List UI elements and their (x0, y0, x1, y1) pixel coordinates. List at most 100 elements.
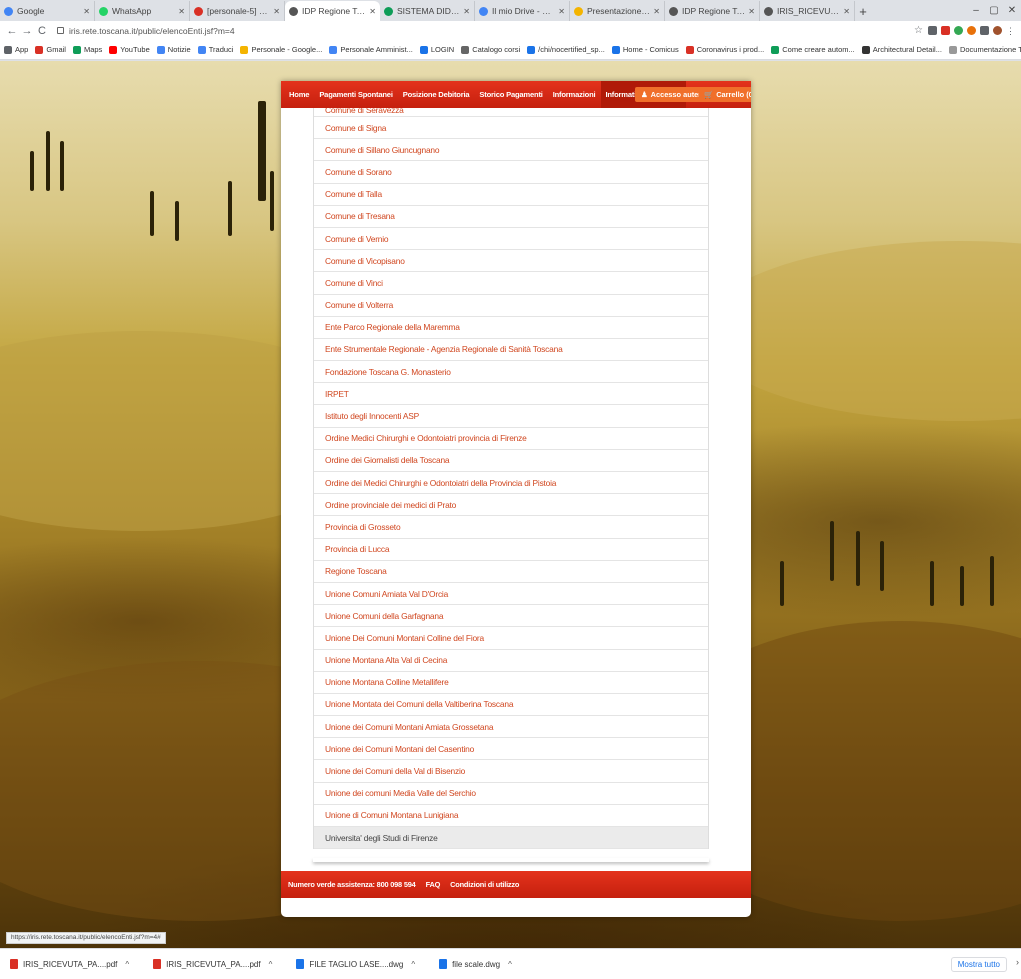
ente-list-item[interactable]: Regione Toscana (314, 561, 708, 583)
bookmark-item[interactable]: Home - Comicus (611, 45, 679, 54)
reload-icon[interactable]: C (36, 25, 48, 37)
ente-list-item[interactable]: Unione Montana Alta Val di Cecina (314, 650, 708, 672)
ente-list-item[interactable]: Fondazione Toscana G. Monasterio (314, 361, 708, 384)
ente-list-item[interactable]: Unione dei comuni Media Valle del Serchi… (314, 783, 708, 805)
close-tab-icon[interactable]: ✕ (558, 7, 565, 16)
browser-tab[interactable]: Presentazione senza titolo - Pres✕ (570, 1, 665, 21)
ente-list-item[interactable]: Comune di Talla (314, 184, 708, 206)
minimize-button[interactable]: – (967, 0, 985, 20)
ente-list-item[interactable]: Comune di Signa (314, 117, 708, 140)
close-tab-icon[interactable]: ✕ (653, 7, 660, 16)
ente-list-item[interactable]: Ente Strumentale Regionale - Agenzia Reg… (314, 339, 708, 362)
new-tab-button[interactable]: + (855, 1, 871, 21)
ente-list-item[interactable]: Provincia di Grosseto (314, 516, 708, 539)
close-window-button[interactable]: ✕ (1003, 0, 1021, 20)
ente-list-item[interactable]: Unione di Comuni Montana Lunigiana (314, 805, 708, 827)
ente-list-item[interactable]: Universita' degli Studi di Firenze (314, 827, 708, 850)
bookmark-item[interactable]: Documentazione Te... (948, 45, 1021, 54)
browser-tab[interactable]: [personale-5] arofi informa | Even✕ (190, 1, 285, 21)
ente-list-item[interactable]: Comune di Vernio (314, 228, 708, 251)
ente-list-item[interactable]: Comune di Sillano Giuncugnano (314, 139, 708, 162)
chevron-up-icon[interactable]: ^ (269, 960, 273, 969)
close-tab-icon[interactable]: ✕ (843, 7, 850, 16)
ente-list-item[interactable]: Ordine dei Medici Chirurghi e Odontoiatr… (314, 472, 708, 495)
ente-list-item[interactable]: IRPET (314, 383, 708, 406)
url-field[interactable]: iris.rete.toscana.it/public/elencoEnti.j… (57, 26, 914, 36)
ente-list-item[interactable]: Unione Dei Comuni Montani Colline del Fi… (314, 627, 708, 650)
ente-list-item[interactable]: Unione dei Comuni della Val di Bisenzio (314, 760, 708, 783)
nav-posizione-debitoria[interactable]: Posizione Debitoria (403, 81, 470, 108)
browser-tab[interactable]: SISTEMA DIDA LABS - Google Dr✕ (380, 1, 475, 21)
puzzle-icon[interactable] (980, 26, 989, 35)
show-all-downloads-button[interactable]: Mostra tutto (950, 957, 1007, 972)
close-tab-icon[interactable]: ✕ (463, 7, 470, 16)
bookmark-item[interactable]: Gmail (35, 45, 66, 54)
bookmark-item[interactable]: Catalogo corsi (461, 45, 520, 54)
close-tab-icon[interactable]: ✕ (748, 7, 755, 16)
ente-list-item[interactable]: Comune di Vicopisano (314, 250, 708, 273)
cart-button[interactable]: 🛒 Carrello (0) (699, 87, 751, 102)
bookmark-item[interactable]: LOGIN (419, 45, 454, 54)
bookmark-item[interactable]: Personale Amminist... (329, 45, 413, 54)
download-item[interactable]: IRIS_RICEVUTA_PA....pdf ^ (153, 959, 272, 969)
bookmark-item[interactable]: Personale - Google... (240, 45, 322, 54)
ente-list-item[interactable]: Comune di Seravezza (314, 108, 708, 117)
download-item[interactable]: FILE TAGLIO LASE....dwg ^ (296, 959, 415, 969)
nav-informazioni[interactable]: Informazioni (553, 81, 596, 108)
bookmark-item[interactable]: Come creare autom... (771, 45, 855, 54)
footer-faq-link[interactable]: FAQ (426, 880, 441, 889)
close-tab-icon[interactable]: ✕ (178, 7, 185, 16)
ente-list-item[interactable]: Comune di Vinci (314, 272, 708, 295)
ente-list-item[interactable]: Comune di Sorano (314, 161, 708, 184)
ente-list-item[interactable]: Unione Comuni Amiata Val D'Orcia (314, 583, 708, 606)
close-shelf-icon[interactable]: › (1016, 957, 1019, 967)
maximize-button[interactable]: ▢ (985, 0, 1003, 20)
close-tab-icon[interactable]: ✕ (273, 7, 280, 16)
ente-list-item[interactable]: Ordine Medici Chirurghi e Odontoiatri pr… (314, 428, 708, 450)
bookmark-item[interactable]: Maps (72, 45, 102, 54)
ente-list-item[interactable]: Provincia di Lucca (314, 539, 708, 561)
ente-list-item[interactable]: Comune di Tresana (314, 206, 708, 228)
chevron-up-icon[interactable]: ^ (508, 960, 512, 969)
extension-icon[interactable] (954, 26, 963, 35)
extension-icon[interactable] (941, 26, 950, 35)
ente-list-item[interactable]: Unione Montana Colline Metallifere (314, 672, 708, 694)
ente-list-item[interactable]: Unione dei Comuni Montani Amiata Grosset… (314, 716, 708, 739)
bookmark-item[interactable]: Architectural Detail... (861, 45, 942, 54)
download-item[interactable]: file scale.dwg ^ (439, 959, 512, 969)
ente-list-item[interactable]: Unione dei Comuni Montani del Casentino (314, 738, 708, 761)
chevron-up-icon[interactable]: ^ (411, 960, 415, 969)
back-arrow-icon[interactable]: ← (6, 25, 18, 37)
ente-list-item[interactable]: Ordine provinciale dei medici di Prato (314, 494, 708, 517)
ente-list-item[interactable]: Unione Comuni della Garfagnana (314, 605, 708, 628)
browser-tab[interactable]: WhatsApp ✕ (95, 1, 190, 21)
download-item[interactable]: IRIS_RICEVUTA_PA....pdf ^ (10, 959, 129, 969)
ente-list-item[interactable]: Comune di Volterra (314, 295, 708, 317)
extension-icon[interactable] (967, 26, 976, 35)
nav-home[interactable]: Home (289, 81, 310, 108)
ente-list-item[interactable]: Unione Montata dei Comuni della Valtiber… (314, 694, 708, 717)
footer-terms-link[interactable]: Condizioni di utilizzo (450, 880, 519, 889)
avatar[interactable] (993, 26, 1002, 35)
bookmark-item[interactable]: Traduci (197, 45, 233, 54)
close-tab-icon[interactable]: ✕ (83, 7, 90, 16)
browser-tab[interactable]: IDP Regione Toscana✕ (665, 1, 760, 21)
nav-storico-pagamenti[interactable]: Storico Pagamenti (479, 81, 542, 108)
ente-list-item[interactable]: Istituto degli Innocenti ASP (314, 405, 708, 428)
forward-arrow-icon[interactable]: → (21, 25, 33, 37)
bookmark-star-icon[interactable]: ☆ (914, 25, 923, 36)
bookmark-item[interactable]: App (4, 45, 28, 54)
chevron-up-icon[interactable]: ^ (125, 960, 129, 969)
bookmark-item[interactable]: YouTube (109, 45, 150, 54)
nav-pagamenti-spontanei[interactable]: Pagamenti Spontanei (319, 81, 393, 108)
extension-icon[interactable] (928, 26, 937, 35)
bookmark-item[interactable]: Coronavirus i prod... (685, 45, 764, 54)
bookmark-item[interactable]: Notizie (156, 45, 191, 54)
bookmark-item[interactable]: /chi/nocertified_sp... (527, 45, 605, 54)
browser-tab[interactable]: IDP Regione Toscana✕ (285, 1, 380, 21)
browser-tab[interactable]: IRIS_RICEVUTA_PAGAMENTO_00✕ (760, 1, 855, 21)
ente-list-item[interactable]: Ordine dei Giornalisti della Toscana (314, 450, 708, 472)
close-tab-icon[interactable]: ✕ (369, 7, 376, 16)
ente-list-item[interactable]: Ente Parco Regionale della Maremma (314, 317, 708, 339)
menu-dots-icon[interactable]: ⋮ (1006, 26, 1015, 36)
